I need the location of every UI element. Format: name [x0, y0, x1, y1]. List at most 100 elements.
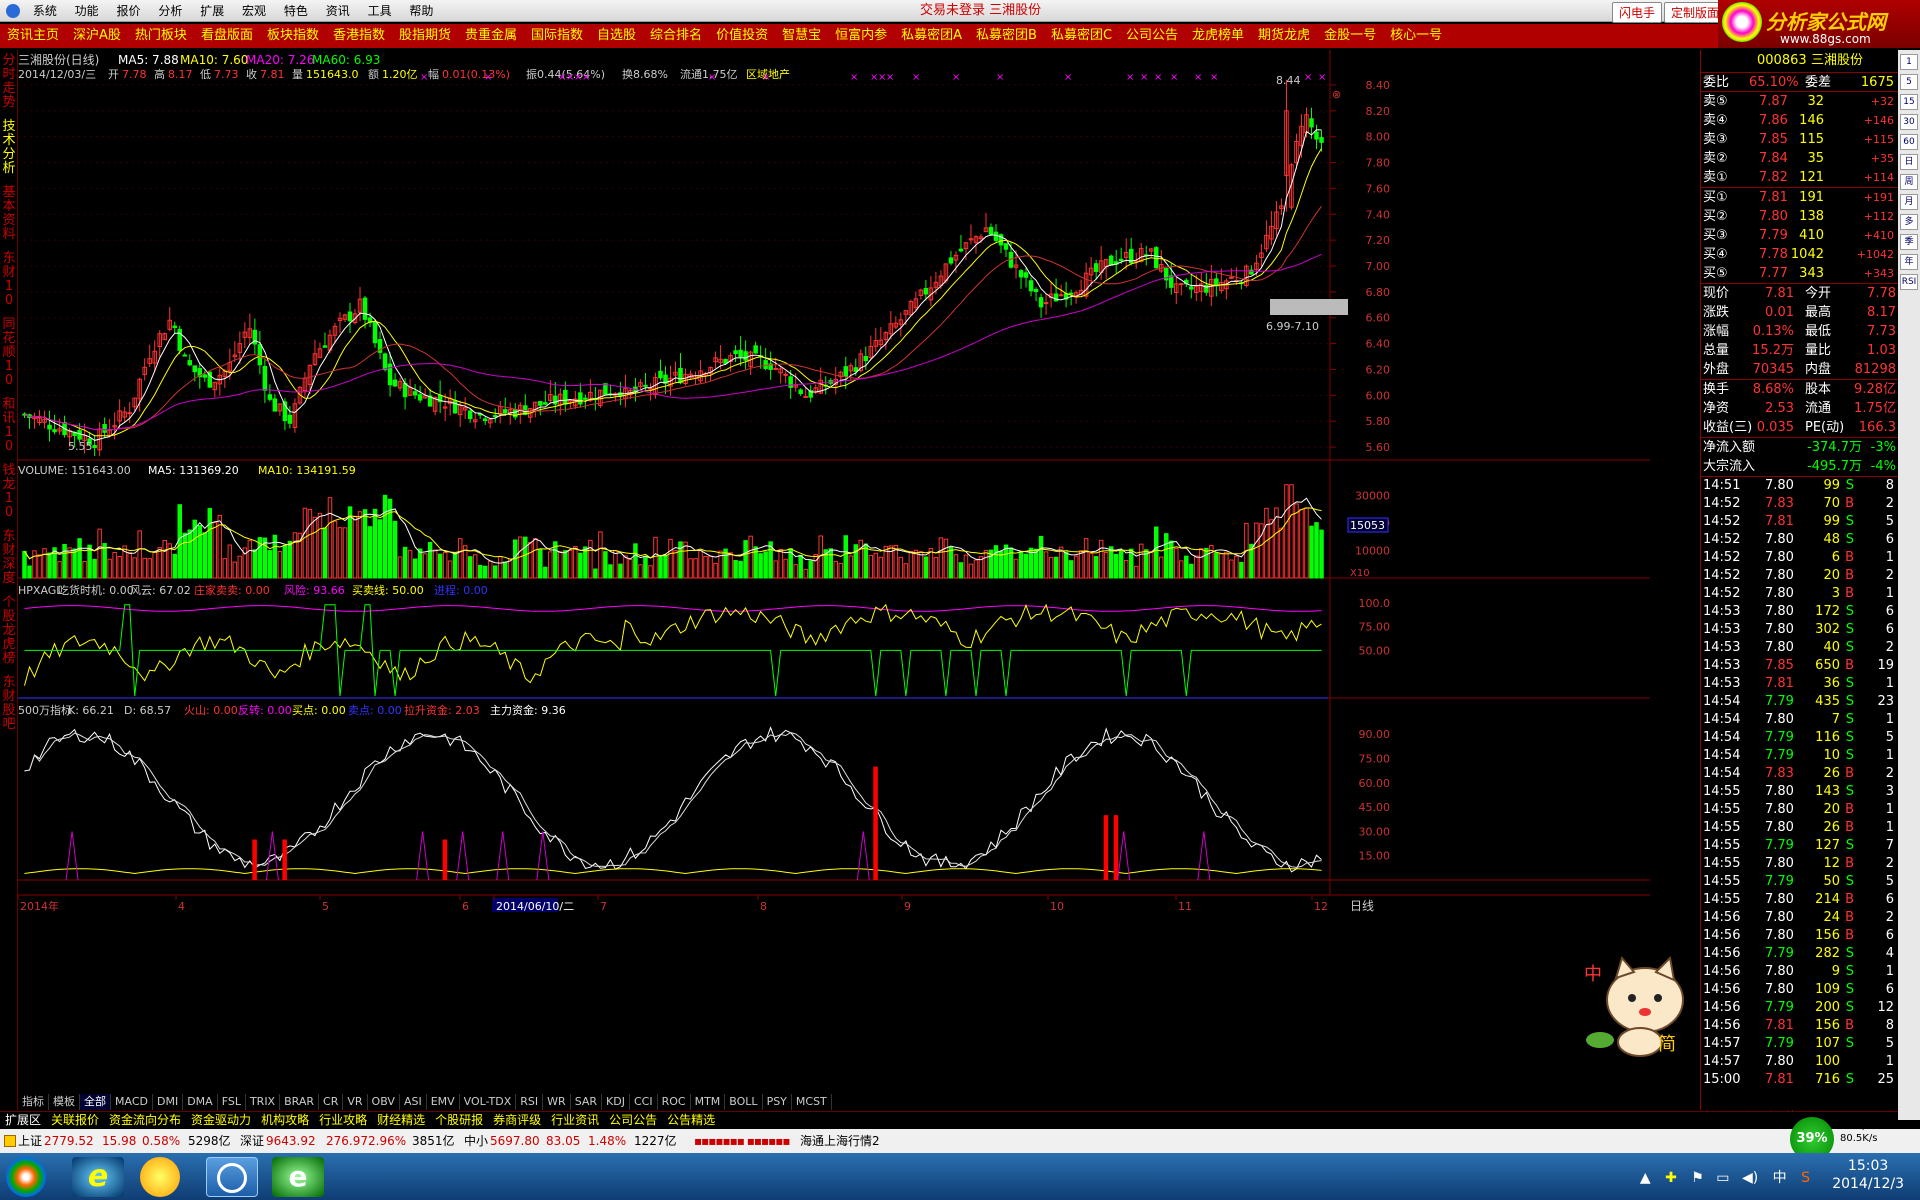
nav-item[interactable]: 期货龙虎 — [1251, 24, 1317, 48]
period-button[interactable]: 年 — [1900, 254, 1918, 270]
menu-macro[interactable]: 宏观 — [235, 0, 273, 22]
bottom-link[interactable]: 关联报价 — [46, 1112, 104, 1128]
indicator-tab[interactable]: EMV — [427, 1094, 460, 1110]
bottom-link[interactable]: 资金驱动力 — [186, 1112, 256, 1128]
tray-add-icon[interactable]: ✚ — [1665, 1170, 1677, 1186]
period-button[interactable]: 60 — [1900, 134, 1918, 150]
ie-icon[interactable]: e — [72, 1157, 124, 1197]
nav-item[interactable]: 恒富内参 — [828, 24, 894, 48]
indicator-tab[interactable]: FSL — [218, 1094, 246, 1110]
nav-item[interactable]: 看盘版面 — [194, 24, 260, 48]
nav-item[interactable]: 智慧宝 — [775, 24, 828, 48]
period-button[interactable]: 多 — [1900, 214, 1918, 230]
left-tab[interactable]: 技术分析 — [1, 120, 17, 176]
menu-news[interactable]: 资讯 — [319, 0, 357, 22]
indicator-tab[interactable]: CR — [319, 1094, 344, 1110]
period-button[interactable]: 5 — [1900, 74, 1918, 90]
bottom-link[interactable]: 公司公告 — [604, 1112, 662, 1128]
indicator-tab[interactable]: ROC — [658, 1094, 691, 1110]
indicator-tab[interactable]: VR — [343, 1094, 368, 1110]
left-tab[interactable]: 和讯10 — [1, 398, 17, 454]
tray-arrow-icon[interactable]: ▲ — [1640, 1170, 1651, 1186]
indicator-tab[interactable]: BOLL — [725, 1094, 763, 1110]
indicator-tab[interactable]: PSY — [763, 1094, 792, 1110]
nav-item[interactable]: 热门板块 — [128, 24, 194, 48]
indicator-tab[interactable]: 全部 — [80, 1094, 111, 1110]
indicator-tab[interactable]: DMI — [153, 1094, 184, 1110]
indicator-tab[interactable]: SAR — [571, 1094, 603, 1110]
bottom-link[interactable]: 财经精选 — [372, 1112, 430, 1128]
bottom-link[interactable]: 扩展区 — [0, 1112, 46, 1128]
indicator-tab[interactable]: VOL-TDX — [460, 1094, 517, 1110]
tick-list[interactable]: 14:51 7.80 99 S 8 14:52 7.83 70 B 2 14:52 7.81 99 S 5 1… — [1701, 476, 1898, 1089]
indicator-tab[interactable]: DMA — [183, 1094, 218, 1110]
period-button[interactable]: 周 — [1900, 174, 1918, 190]
nav-item[interactable]: 私募密团A — [894, 24, 969, 48]
period-button[interactable]: 15 — [1900, 94, 1918, 110]
left-tab[interactable]: 个股龙虎榜 — [1, 596, 17, 666]
menu-feature[interactable]: 特色 — [277, 0, 315, 22]
nav-item[interactable]: 深沪A股 — [66, 24, 128, 48]
menu-system[interactable]: 系统 — [26, 0, 64, 22]
tray-monitor-icon[interactable]: ▭ — [1716, 1170, 1729, 1186]
nav-item[interactable]: 核心一号 — [1383, 24, 1449, 48]
period-button[interactable]: 1 — [1900, 54, 1918, 70]
indicator-tab[interactable]: 指标 — [18, 1094, 49, 1110]
menu-function[interactable]: 功能 — [68, 0, 106, 22]
period-button[interactable]: 日 — [1900, 154, 1918, 170]
period-button[interactable]: 30 — [1900, 114, 1918, 130]
browser-icon[interactable]: e — [272, 1157, 324, 1197]
indicator-tab[interactable]: CCI — [630, 1094, 658, 1110]
clock[interactable]: 15:03 2014/12/3 — [1832, 1157, 1904, 1193]
paint-icon[interactable] — [140, 1157, 180, 1197]
left-tab[interactable]: 基本资料 — [1, 186, 17, 242]
indicator-tab[interactable]: KDJ — [602, 1094, 630, 1110]
indicator-tab[interactable]: RSI — [516, 1094, 544, 1110]
stock-app-icon[interactable] — [206, 1157, 258, 1197]
indicator-tab[interactable]: OBV — [368, 1094, 400, 1110]
left-tab[interactable]: 东财深度 — [1, 530, 17, 586]
nav-item[interactable]: 贵重金属 — [458, 24, 524, 48]
bottom-link[interactable]: 公告精选 — [662, 1112, 720, 1128]
indicator-tab[interactable]: MACD — [111, 1094, 153, 1110]
bottom-link[interactable]: 券商评级 — [488, 1112, 546, 1128]
indicator-tab[interactable]: TRIX — [246, 1094, 281, 1110]
nav-item[interactable]: 综合排名 — [643, 24, 709, 48]
bottom-link[interactable]: 机构攻略 — [256, 1112, 314, 1128]
nav-item[interactable]: 香港指数 — [326, 24, 392, 48]
bottom-link[interactable]: 行业资讯 — [546, 1112, 604, 1128]
tray-flag-icon[interactable]: ⚑ — [1691, 1170, 1704, 1186]
nav-item[interactable]: 股指期货 — [392, 24, 458, 48]
bottom-link[interactable]: 资金流向分布 — [104, 1112, 186, 1128]
nav-item[interactable]: 资讯主页 — [0, 24, 66, 48]
bottom-link[interactable]: 行业攻略 — [314, 1112, 372, 1128]
kline-chart[interactable]: 三湘股份(日线) MA5: 7.88 MA10: 7.60MA20: 7.26MA6… — [18, 50, 1650, 1090]
period-button[interactable]: 月 — [1900, 194, 1918, 210]
nav-item[interactable]: 板块指数 — [260, 24, 326, 48]
nav-item[interactable]: 公司公告 — [1119, 24, 1185, 48]
indicator-tab[interactable]: MTM — [691, 1094, 726, 1110]
nav-item[interactable]: 私募密团B — [969, 24, 1044, 48]
menu-extend[interactable]: 扩展 — [193, 0, 231, 22]
left-tab[interactable]: 分时走势 — [1, 54, 17, 110]
left-tab[interactable]: 同花顺10 — [1, 318, 17, 388]
left-tab[interactable]: 东财股吧 — [1, 676, 17, 732]
menu-help[interactable]: 帮助 — [402, 0, 440, 22]
bottom-link[interactable]: 个股研报 — [430, 1112, 488, 1128]
indicator-tab[interactable]: 模板 — [49, 1094, 80, 1110]
period-button[interactable]: RSI — [1900, 274, 1918, 290]
nav-item[interactable]: 龙虎榜单 — [1185, 24, 1251, 48]
tray-volume-icon[interactable]: ◀) — [1742, 1170, 1758, 1186]
ime-indicator[interactable]: 中 — [1773, 1170, 1787, 1186]
nav-item[interactable]: 自选股 — [590, 24, 643, 48]
nav-item[interactable]: 金股一号 — [1317, 24, 1383, 48]
indicator-tab[interactable]: WR — [543, 1094, 571, 1110]
custom-layout-button[interactable]: 定制版面 — [1664, 2, 1727, 23]
indicator-tab[interactable]: BRAR — [280, 1094, 320, 1110]
nav-item[interactable]: 私募密团C — [1044, 24, 1119, 48]
menu-tools[interactable]: 工具 — [361, 0, 399, 22]
menu-analysis[interactable]: 分析 — [151, 0, 189, 22]
left-tab[interactable]: 钱龙10 — [1, 464, 17, 520]
flash-trade-button[interactable]: 闪电手 — [1612, 2, 1663, 23]
start-icon[interactable] — [6, 1157, 46, 1197]
